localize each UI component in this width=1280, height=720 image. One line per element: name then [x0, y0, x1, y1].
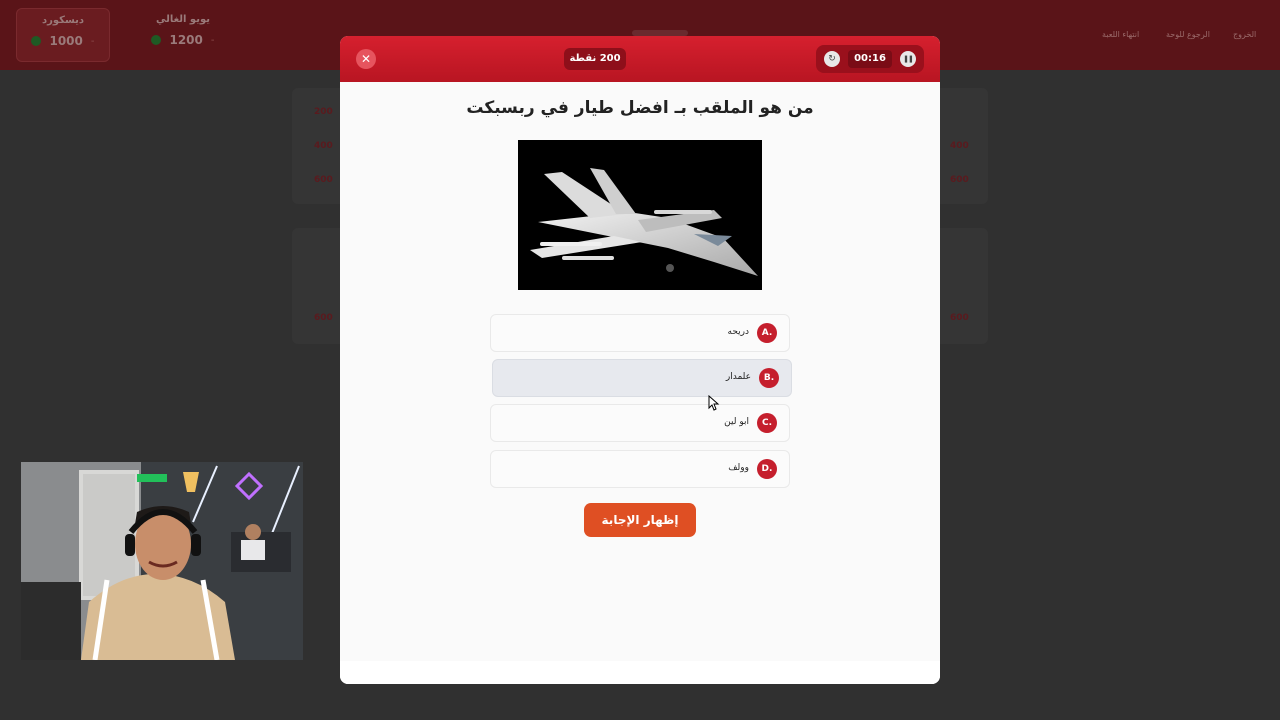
option-text: علمدار [725, 372, 751, 382]
option-text: دريحه [727, 327, 750, 337]
end-game-link[interactable]: انتهاء اللعبة [1102, 30, 1139, 39]
option-letter-badge: A. [757, 323, 777, 343]
option-letter-badge: B. [759, 368, 779, 388]
answer-option-d[interactable]: D. وولف [490, 450, 790, 488]
board-cell[interactable]: 200 [314, 107, 333, 117]
option-letter-badge: C. [757, 413, 777, 433]
board-cell[interactable]: 400 [314, 141, 333, 151]
team-score: 1000 [49, 34, 83, 48]
team-add-icon[interactable] [151, 35, 162, 45]
team-name: ديسكورد [41, 15, 85, 26]
team-name: يويو الغالي [156, 14, 210, 25]
board-cell[interactable]: 600 [314, 175, 333, 185]
pause-icon[interactable]: ❚❚ [900, 51, 916, 67]
back-to-board-link[interactable]: الرجوع للوحة [1166, 30, 1210, 39]
webcam-overlay [21, 462, 303, 660]
timer-control: ↻ 00:16 ❚❚ [816, 45, 924, 73]
exit-link[interactable]: الخروج [1233, 30, 1256, 39]
question-modal: ✕ 200 نقطة ↻ 00:16 ❚❚ من هو الملقب بـ اف… [340, 36, 940, 684]
option-letter-badge: D. [757, 459, 777, 479]
answer-option-a[interactable]: A. دريحه [490, 314, 790, 352]
team-minus-button[interactable]: - [91, 36, 95, 47]
board-cell[interactable]: 600 [950, 175, 969, 185]
close-icon[interactable]: ✕ [356, 49, 376, 69]
team-minus-button[interactable]: - [211, 35, 215, 46]
fighter-jet-icon [518, 140, 762, 290]
modal-header: ✕ 200 نقطة ↻ 00:16 ❚❚ [340, 36, 940, 82]
team-card-yoyo[interactable]: يويو الغالي 1200 - [136, 8, 230, 62]
option-text: وولف [728, 463, 749, 473]
reset-timer-icon[interactable]: ↻ [824, 51, 840, 67]
points-badge: 200 نقطة [564, 48, 626, 70]
game-screen: ديسكورد 1000 - يويو الغالي 1200 - انتهاء… [0, 0, 1280, 720]
team-score: 1200 [169, 33, 203, 47]
mouse-cursor-icon [708, 395, 720, 411]
team-card-discord[interactable]: ديسكورد 1000 - [16, 8, 110, 62]
option-text: ابو لين [724, 417, 749, 427]
answer-option-b[interactable]: B. علمدار [492, 359, 792, 397]
timer-display: 00:16 [848, 50, 892, 68]
question-text: من هو الملقب بـ افضل طيار في ربسبكت [466, 98, 814, 118]
board-cell[interactable]: 400 [950, 141, 969, 151]
answer-option-c[interactable]: C. ابو لين [490, 404, 790, 442]
team-add-icon[interactable] [31, 36, 42, 46]
board-cell[interactable]: 600 [314, 313, 333, 323]
streamer-webcam-image [21, 462, 303, 660]
modal-footer [340, 661, 940, 684]
question-image-jet [518, 140, 762, 290]
board-cell[interactable]: 600 [950, 313, 969, 323]
reveal-answer-button[interactable]: إظهار الإجابة [584, 503, 696, 537]
